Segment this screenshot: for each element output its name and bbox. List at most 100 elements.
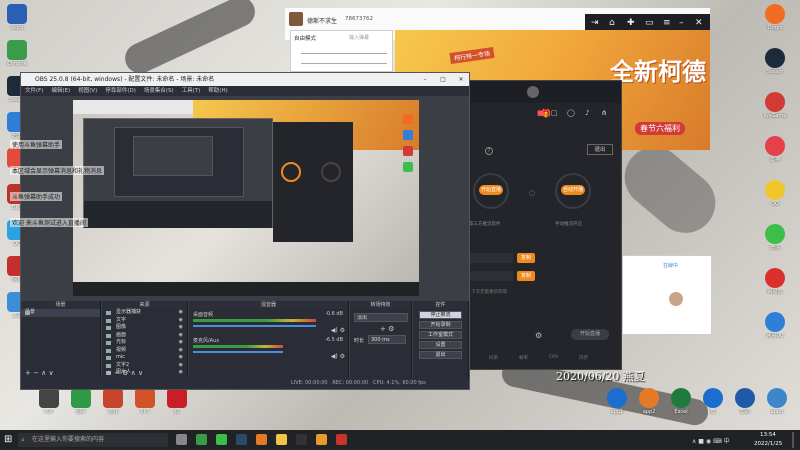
scene-item[interactable]: 场景 (21, 309, 100, 317)
steam-icon[interactable] (236, 434, 247, 445)
chat-input[interactable]: 输入弹幕 (349, 34, 369, 41)
copy-url-button[interactable]: 复制 (517, 253, 535, 263)
orange-app2-icon[interactable] (316, 434, 327, 445)
wechat-icon[interactable] (216, 434, 227, 445)
menu-icon[interactable]: ≡ (663, 18, 671, 28)
menu-item[interactable]: 停靠部件(D) (105, 88, 136, 94)
close-icon[interactable]: ✕ (695, 18, 703, 28)
source-item[interactable]: 文字 ◉ (102, 317, 187, 325)
source-item[interactable]: 光标 ◉ (102, 339, 187, 347)
obs-titlebar[interactable]: OBS 25.0.8 (64-bit, windows) - 配置文件: 未命名… (21, 73, 469, 86)
duration-input[interactable]: 300 ms (368, 335, 406, 344)
task-view-icon[interactable] (176, 434, 187, 445)
desktop-icon[interactable]: 网易UU (760, 312, 790, 339)
source-item[interactable]: 视频 ◉ (102, 347, 187, 355)
auto-live-button[interactable]: 自动开播 (561, 185, 585, 195)
avatar[interactable] (527, 86, 539, 98)
desktop-icon[interactable]: Origin (760, 4, 790, 31)
menu-item[interactable]: 视图(V) (78, 88, 97, 94)
desktop-icon[interactable]: QQ (760, 180, 790, 207)
desktop-icon[interactable]: Steam (760, 48, 790, 75)
mute-icon[interactable]: ◀) ⚙ (331, 353, 345, 360)
desktop-icon[interactable]: 微信 (760, 224, 790, 251)
control-button[interactable]: 工作室模式 (419, 331, 462, 339)
chat-icon[interactable]: ◯ (567, 109, 575, 117)
close-icon[interactable]: ✕ (453, 73, 469, 86)
mute-icon[interactable]: ◀) ⚙ (331, 327, 345, 334)
start-live-button[interactable]: 开始直播 (571, 329, 609, 340)
orange-app-icon[interactable] (256, 434, 267, 445)
desktop-icon[interactable]: app2 (634, 388, 664, 415)
maximize-icon[interactable]: □ (435, 73, 451, 86)
desktop-icon[interactable]: 红 (162, 388, 192, 415)
bell-icon[interactable]: ♪ (585, 109, 589, 117)
menu-item[interactable]: 工具(T) (182, 88, 201, 94)
copy-key-button[interactable]: 复制 (517, 271, 535, 281)
menu-item[interactable]: 场景集合(S) (144, 88, 174, 94)
visibility-icon[interactable]: ◉ (179, 369, 183, 377)
visibility-icon[interactable]: ◉ (179, 324, 183, 332)
desktop-icon[interactable]: Word (2, 4, 32, 31)
minimize-icon[interactable]: – (417, 73, 433, 86)
menu-item[interactable]: 帮助(H) (208, 88, 227, 94)
red-app-icon[interactable] (336, 434, 347, 445)
desktop-icon[interactable]: 盾 (698, 388, 728, 415)
control-button[interactable]: 开始录制 (419, 321, 462, 329)
share-icon[interactable]: ⋔ (601, 109, 607, 117)
visibility-icon[interactable]: ◉ (179, 332, 183, 340)
transition-select[interactable]: 淡出 (354, 313, 408, 322)
desktop-icon[interactable]: 图片 (66, 388, 96, 415)
gamepad-icon[interactable]: ✚ (627, 18, 635, 28)
source-add-icon[interactable]: + − ⚙ ∧ ∨ (106, 369, 143, 377)
taskbar-search[interactable]: ⌕ 在这里输入你要搜索的内容 (18, 433, 168, 447)
scene-add-icon[interactable]: + − ∧ ∨ (25, 369, 54, 377)
volume-slider[interactable] (193, 351, 283, 353)
minimize-icon[interactable]: – (679, 18, 684, 28)
desktop-icon[interactable]: 雷神 (760, 136, 790, 163)
box-icon[interactable]: □ (551, 109, 558, 117)
visibility-icon[interactable]: ◉ (179, 309, 183, 317)
visibility-icon[interactable]: ◉ (179, 347, 183, 355)
desktop-icon[interactable]: Chrome (2, 40, 32, 67)
avatar[interactable] (669, 292, 683, 306)
home-icon[interactable]: ⌂ (609, 18, 615, 28)
visibility-icon[interactable]: ◉ (179, 354, 183, 362)
help-icon[interactable]: ? (485, 147, 493, 155)
chat-slider-2[interactable] (301, 63, 387, 64)
control-button[interactable]: 退出 (419, 351, 462, 359)
desktop-icon[interactable]: 网易云 (760, 268, 790, 295)
tray-icons[interactable]: ∧ ■ ◉ ⌨ 中 (692, 436, 730, 445)
show-desktop[interactable] (792, 432, 794, 448)
visibility-icon[interactable]: ◉ (179, 339, 183, 347)
control-button[interactable]: 停止推流 (419, 311, 462, 319)
visibility-icon[interactable]: ◉ (179, 362, 183, 370)
desktop-icon[interactable]: WeGame (760, 92, 790, 119)
source-item[interactable]: 显示器捕获 ◉ (102, 309, 187, 317)
source-item[interactable]: 文字2 ◉ (102, 362, 187, 370)
chat-slider[interactable] (301, 53, 387, 54)
avatar[interactable] (289, 12, 303, 26)
desktop-icon[interactable]: app6 (762, 388, 792, 415)
exit-icon[interactable]: ⇥ (591, 18, 599, 28)
volume-slider[interactable] (193, 325, 316, 327)
source-item[interactable]: 图像 ◉ (102, 324, 187, 332)
visibility-icon[interactable]: ◉ (179, 317, 183, 325)
menu-item[interactable]: 编辑(E) (51, 88, 70, 94)
desktop-icon[interactable]: PDF (34, 388, 64, 415)
control-button[interactable]: 设置 (419, 341, 462, 349)
desktop-icon[interactable]: PPT (130, 388, 160, 415)
settings-icon[interactable]: ⚙ (535, 331, 542, 340)
desktop-icon[interactable]: app1 (602, 388, 632, 415)
obs-icon[interactable] (296, 434, 307, 445)
obs-preview[interactable] (73, 100, 419, 296)
tv-icon[interactable]: ▭ (645, 18, 654, 28)
start-live-mode-button[interactable]: 开始直播 (479, 185, 503, 195)
source-item[interactable]: mic ◉ (102, 354, 187, 362)
clock-time[interactable]: 13:54 (760, 432, 776, 438)
transition-add-icon[interactable]: + ⚙ (380, 325, 394, 333)
desktop-icon[interactable]: Excel (666, 388, 696, 415)
desktop-icon[interactable]: 游戏 (98, 388, 128, 415)
windows-start-icon[interactable]: ⊞ (4, 434, 12, 445)
exit-button[interactable]: 退出 (587, 144, 613, 155)
shop-icon[interactable]: ■ (537, 109, 544, 117)
